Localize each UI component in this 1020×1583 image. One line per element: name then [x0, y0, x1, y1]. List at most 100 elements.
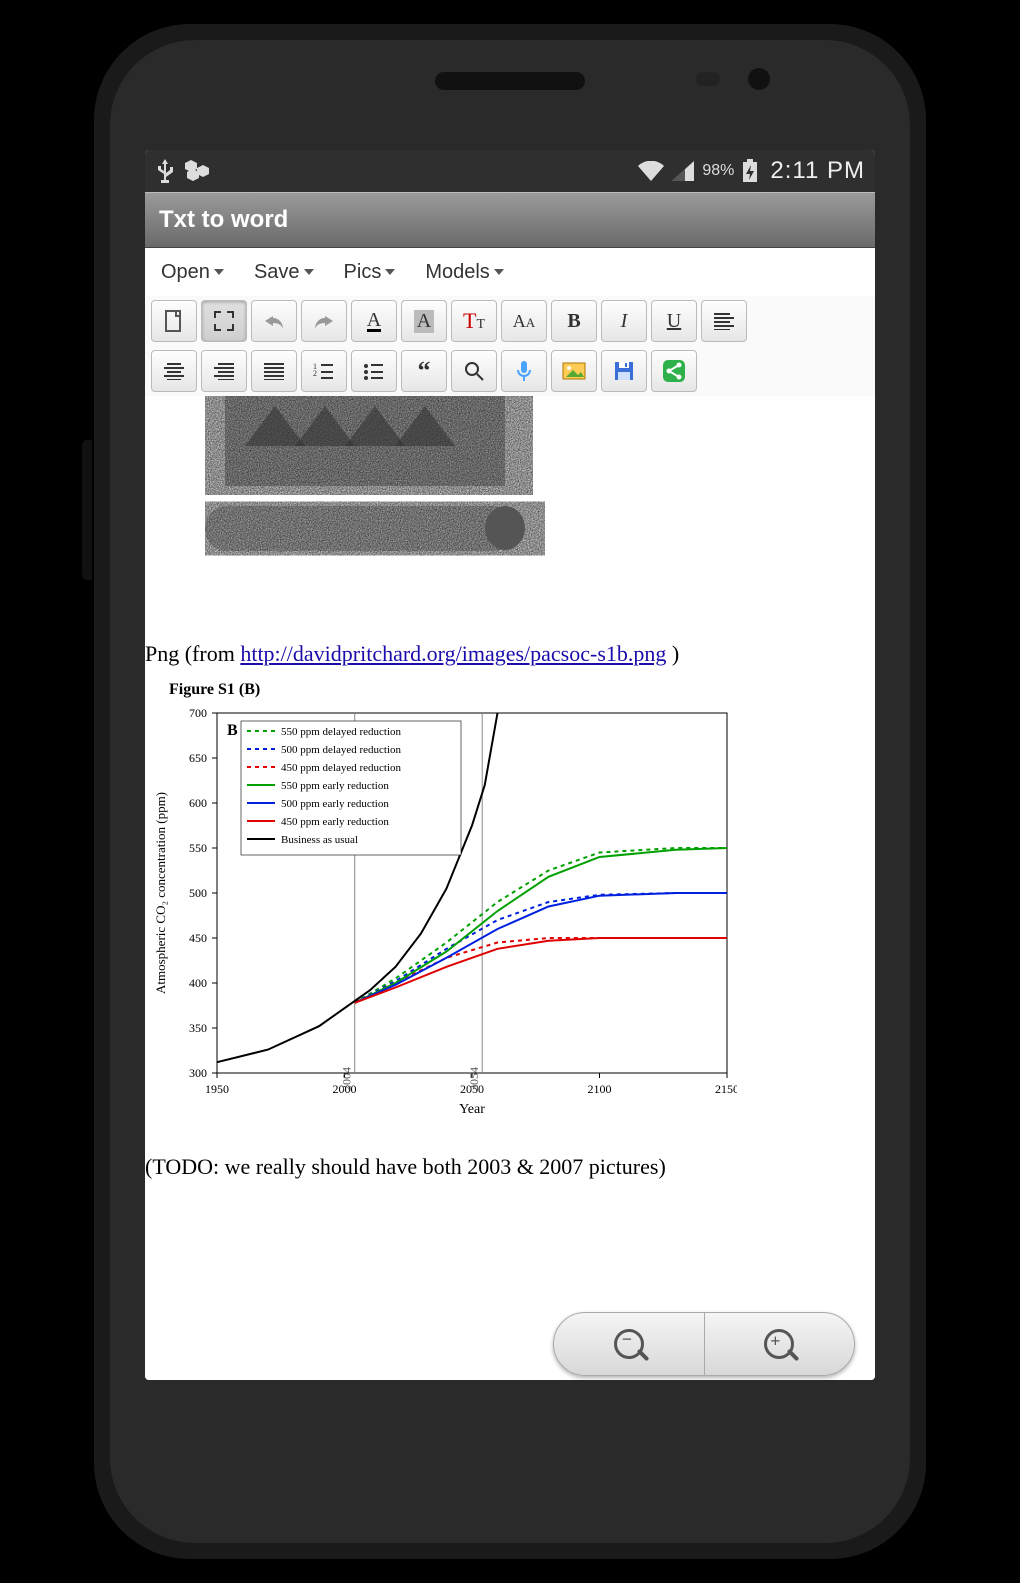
font-size-button[interactable]: TT [451, 300, 497, 342]
svg-text:700: 700 [189, 706, 207, 720]
text-color-button[interactable]: A [351, 300, 397, 342]
insert-image-icon [562, 362, 586, 380]
svg-text:550 ppm early reduction: 550 ppm early reduction [281, 780, 389, 792]
ordered-list-icon: 12 [313, 362, 335, 380]
share-icon [663, 360, 685, 382]
unordered-list-icon [363, 362, 385, 380]
align-justify-button[interactable] [251, 350, 297, 392]
screen: 98% 2:11 PM Txt to word Open Save Pics M… [145, 150, 875, 1380]
svg-text:550 ppm delayed reduction: 550 ppm delayed reduction [281, 726, 402, 738]
insert-image-button[interactable] [551, 350, 597, 392]
ordered-list-button[interactable]: 12 [301, 350, 347, 392]
phone-frame: 98% 2:11 PM Txt to word Open Save Pics M… [90, 20, 930, 1563]
png-caption-suffix: ) [666, 641, 679, 666]
text-color-icon: A [367, 311, 381, 332]
underline-icon: U [667, 310, 681, 333]
caret-icon [214, 269, 224, 275]
menu-open-label: Open [161, 261, 210, 284]
blockquote-icon: “ [418, 362, 431, 380]
blockquote-button[interactable]: “ [401, 350, 447, 392]
find-button[interactable] [451, 350, 497, 392]
svg-text:500: 500 [189, 886, 207, 900]
network-icon [185, 160, 211, 182]
svg-text:400: 400 [189, 976, 207, 990]
highlight-button[interactable]: A [401, 300, 447, 342]
png-source-link[interactable]: http://davidpritchard.org/images/pacsoc-… [240, 641, 666, 666]
redo-button[interactable] [301, 300, 347, 342]
align-center-icon [164, 362, 184, 380]
svg-text:1950: 1950 [205, 1082, 229, 1096]
share-button[interactable] [651, 350, 697, 392]
caret-icon [494, 269, 504, 275]
phone-front-camera [748, 68, 770, 90]
svg-text:500 ppm early reduction: 500 ppm early reduction [281, 798, 389, 810]
zoom-out-button[interactable]: − [554, 1313, 705, 1375]
phone-side-button [82, 440, 92, 580]
embedded-grayscale-image [205, 396, 545, 571]
new-file-icon [164, 309, 184, 333]
android-status-bar: 98% 2:11 PM [145, 150, 875, 192]
font-family-icon: AA [513, 311, 535, 332]
menu-open[interactable]: Open [161, 261, 224, 284]
fullscreen-button[interactable] [201, 300, 247, 342]
svg-text:2: 2 [313, 369, 317, 378]
svg-text:350: 350 [189, 1021, 207, 1035]
cell-signal-icon [672, 161, 694, 181]
toolbar-row-2: 12 “ [145, 346, 875, 396]
align-left-icon [714, 312, 734, 330]
svg-text:450: 450 [189, 931, 207, 945]
bold-button[interactable]: B [551, 300, 597, 342]
svg-text:600: 600 [189, 796, 207, 810]
save-disk-button[interactable] [601, 350, 647, 392]
png-caption: Png (from http://davidpritchard.org/imag… [145, 641, 875, 667]
menu-models[interactable]: Models [425, 261, 503, 284]
app-title: Txt to word [159, 206, 288, 234]
svg-text:650: 650 [189, 751, 207, 765]
svg-text:2004: 2004 [340, 1067, 354, 1091]
voice-icon [516, 360, 532, 382]
phone-speaker [435, 72, 585, 90]
align-center-button[interactable] [151, 350, 197, 392]
italic-icon: I [621, 310, 628, 333]
zoom-in-icon: + [764, 1329, 794, 1359]
align-left-button[interactable] [701, 300, 747, 342]
svg-text:300: 300 [189, 1066, 207, 1080]
font-size-icon: TT [463, 308, 485, 334]
svg-text:Business as usual: Business as usual [281, 834, 358, 846]
highlight-icon: A [414, 310, 434, 333]
redo-icon [313, 312, 335, 330]
svg-text:450 ppm early reduction: 450 ppm early reduction [281, 816, 389, 828]
undo-icon [263, 312, 285, 330]
chart-figure: 1950200020502100215030035040045050055060… [147, 703, 875, 1128]
unordered-list-button[interactable] [351, 350, 397, 392]
battery-charging-icon [742, 159, 758, 183]
status-clock: 2:11 PM [770, 157, 865, 185]
zoom-out-icon: − [614, 1329, 644, 1359]
toolbar-row-1: AATTAABIU [145, 296, 875, 346]
align-right-button[interactable] [201, 350, 247, 392]
svg-text:450 ppm delayed reduction: 450 ppm delayed reduction [281, 762, 402, 774]
align-right-icon [214, 362, 234, 380]
underline-button[interactable]: U [651, 300, 697, 342]
italic-button[interactable]: I [601, 300, 647, 342]
menu-pics[interactable]: Pics [344, 261, 396, 284]
undo-button[interactable] [251, 300, 297, 342]
font-family-button[interactable]: AA [501, 300, 547, 342]
find-icon [463, 360, 485, 382]
app-title-bar: Txt to word [145, 192, 875, 248]
svg-text:500 ppm delayed reduction: 500 ppm delayed reduction [281, 744, 402, 756]
wifi-icon [638, 161, 664, 181]
document-canvas[interactable]: Png (from http://davidpritchard.org/imag… [145, 396, 875, 1380]
new-file-button[interactable] [151, 300, 197, 342]
voice-button[interactable] [501, 350, 547, 392]
menu-bar: Open Save Pics Models [145, 248, 875, 296]
svg-text:Atmospheric CO₂ concentration: Atmospheric CO₂ concentration (ppm) [153, 792, 168, 994]
menu-pics-label: Pics [344, 261, 382, 284]
usb-icon [155, 159, 175, 183]
zoom-in-button[interactable]: + [705, 1313, 855, 1375]
svg-text:2150: 2150 [715, 1082, 737, 1096]
menu-save[interactable]: Save [254, 261, 314, 284]
menu-models-label: Models [425, 261, 489, 284]
svg-text:550: 550 [189, 841, 207, 855]
svg-text:2100: 2100 [588, 1082, 612, 1096]
